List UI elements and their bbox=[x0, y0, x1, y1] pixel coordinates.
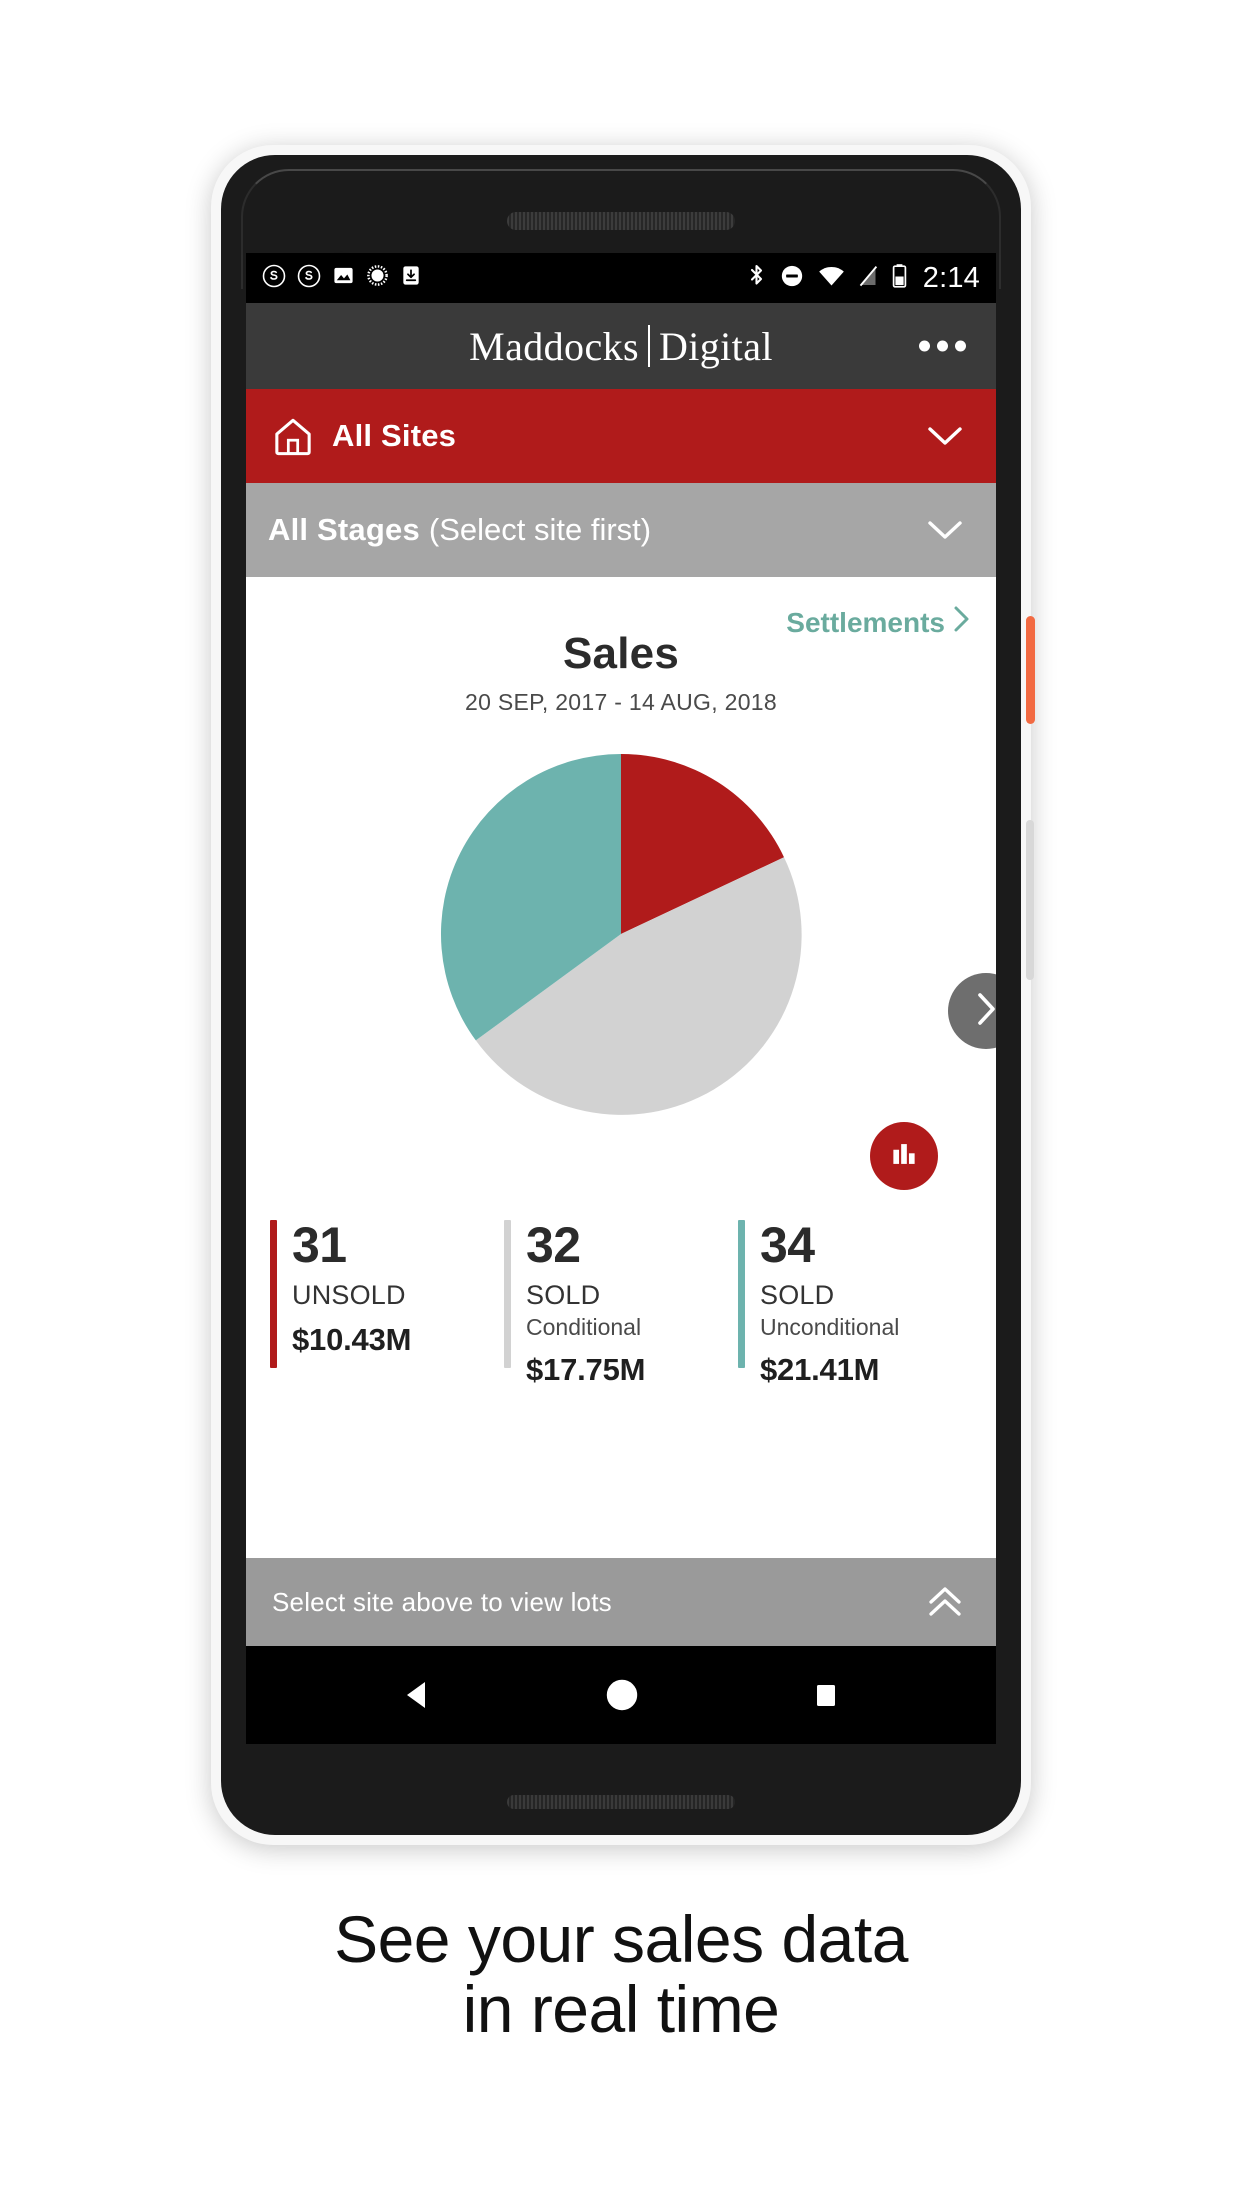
stage-selector[interactable]: All Stages (Select site first) bbox=[246, 483, 996, 577]
chevron-down-icon[interactable] bbox=[920, 512, 970, 548]
chevron-down-icon[interactable] bbox=[920, 418, 970, 454]
stat-label: UNSOLD bbox=[292, 1280, 406, 1310]
home-circle-icon[interactable] bbox=[581, 1668, 663, 1722]
bar-chart-fab-button[interactable] bbox=[870, 1122, 938, 1190]
android-nav-bar bbox=[246, 1646, 996, 1744]
bluetooth-icon bbox=[747, 263, 766, 294]
stat-value: 34 bbox=[760, 1217, 815, 1273]
stat-color-bar bbox=[270, 1220, 277, 1368]
stat-color-bar bbox=[738, 1220, 745, 1368]
bottom-sheet-label: Select site above to view lots bbox=[272, 1586, 612, 1617]
settlements-link[interactable]: Settlements bbox=[780, 599, 976, 646]
recents-square-icon[interactable] bbox=[788, 1670, 864, 1720]
status-bar-system-icons: 2:14 bbox=[747, 263, 980, 294]
skype-notification-icon bbox=[297, 264, 321, 293]
back-triangle-icon[interactable] bbox=[378, 1669, 456, 1721]
overflow-dot bbox=[919, 340, 930, 352]
sales-pie-chart[interactable] bbox=[421, 734, 821, 1134]
app-logo: Maddocks Digital bbox=[469, 323, 773, 370]
logo-secondary-text: Digital bbox=[658, 323, 773, 369]
app-bar: Maddocks Digital bbox=[246, 303, 996, 389]
power-button[interactable] bbox=[1026, 616, 1035, 724]
logo-divider bbox=[647, 325, 650, 367]
stat-label: SOLD bbox=[526, 1280, 601, 1310]
settlements-link-label: Settlements bbox=[786, 606, 945, 638]
site-selector[interactable]: All Sites bbox=[246, 389, 996, 483]
stat-amount: $10.43M bbox=[292, 1322, 412, 1357]
download-notification-icon bbox=[400, 264, 422, 292]
chevron-right-icon bbox=[953, 605, 970, 640]
logo-primary-text: Maddocks bbox=[469, 323, 639, 369]
chevron-right-icon bbox=[974, 991, 996, 1032]
sales-card: Settlements Sales 20 SEP, 2017 - 14 AUG,… bbox=[246, 577, 996, 1406]
stat-amount: $21.41M bbox=[760, 1352, 880, 1387]
lots-bottom-sheet[interactable]: Select site above to view lots bbox=[246, 1558, 996, 1646]
volume-rocker-button[interactable] bbox=[1026, 820, 1034, 980]
stat-sold-conditional[interactable]: 32 SOLD Conditional $17.75M bbox=[504, 1220, 738, 1388]
earpiece-speaker-grille-icon bbox=[507, 212, 735, 230]
stat-color-bar bbox=[504, 1220, 511, 1368]
wifi-icon bbox=[818, 264, 845, 293]
caption-line-1: See your sales data bbox=[334, 1902, 908, 1976]
sales-stats-row: 31 UNSOLD $10.43M 32 SOLD Conditional $1… bbox=[246, 1220, 996, 1388]
overflow-menu-icon[interactable] bbox=[911, 333, 974, 360]
bar-chart-icon bbox=[887, 1137, 921, 1176]
status-bar-clock: 2:14 bbox=[922, 261, 980, 294]
stat-sublabel: Conditional bbox=[526, 1314, 642, 1340]
overflow-dot bbox=[937, 340, 948, 352]
stat-sublabel: Unconditional bbox=[760, 1314, 900, 1340]
stat-value: 32 bbox=[526, 1217, 581, 1273]
overflow-dot bbox=[955, 340, 966, 352]
bottom-speaker-grille-icon bbox=[507, 1795, 735, 1809]
promo-caption: See your sales data in real time bbox=[0, 1902, 1242, 2046]
stat-sold-unconditional[interactable]: 34 SOLD Unconditional $21.41M bbox=[738, 1220, 972, 1388]
caption-line-2: in real time bbox=[462, 1971, 780, 2046]
promo-screenshot: 2:14 Maddocks Digital All Sites All Stag… bbox=[0, 0, 1242, 2208]
stat-unsold[interactable]: 31 UNSOLD $10.43M bbox=[270, 1220, 504, 1388]
pie-chart-area bbox=[246, 734, 996, 1190]
status-bar: 2:14 bbox=[246, 253, 996, 303]
stat-label: SOLD bbox=[760, 1280, 835, 1310]
home-icon bbox=[272, 415, 314, 457]
stat-value: 31 bbox=[292, 1217, 347, 1273]
no-cellular-signal-icon bbox=[858, 264, 879, 293]
stage-selector-hint: (Select site first) bbox=[428, 512, 652, 547]
site-selector-label: All Sites bbox=[332, 418, 457, 453]
stage-selector-label: All Stages bbox=[268, 512, 420, 547]
date-range-label: 20 SEP, 2017 - 14 AUG, 2018 bbox=[464, 689, 777, 715]
stat-amount: $17.75M bbox=[526, 1352, 646, 1387]
do-not-disturb-icon bbox=[779, 263, 805, 294]
image-notification-icon bbox=[332, 264, 355, 292]
skype-notification-icon bbox=[262, 264, 286, 293]
phone-screen: 2:14 Maddocks Digital All Sites All Stag… bbox=[246, 253, 996, 1744]
battery-icon bbox=[892, 263, 907, 294]
status-bar-notifications bbox=[262, 264, 422, 293]
double-chevron-up-icon[interactable] bbox=[920, 1579, 970, 1625]
sync-progress-icon bbox=[366, 264, 389, 292]
